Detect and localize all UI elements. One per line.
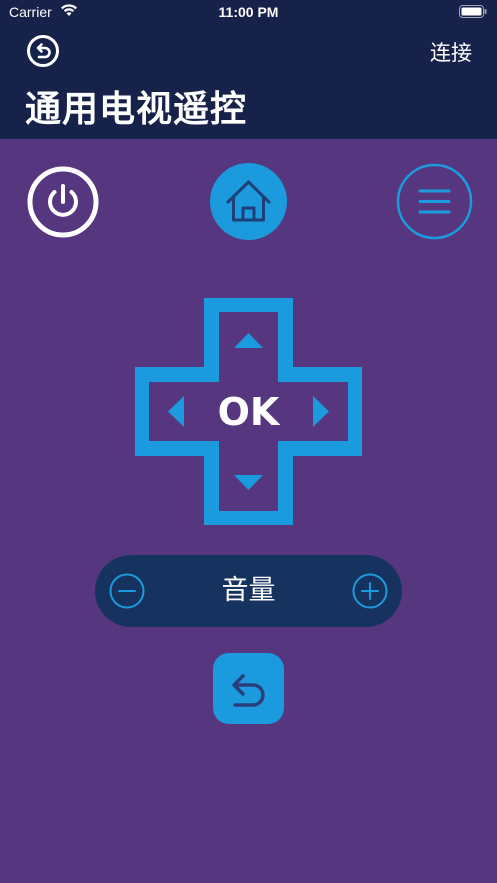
dpad: OK: [134, 297, 363, 526]
return-icon: [232, 674, 265, 707]
power-button[interactable]: [27, 166, 99, 238]
dpad-up-button[interactable]: [205, 298, 292, 368]
plus-icon: [361, 582, 379, 600]
return-button[interactable]: [213, 653, 284, 724]
battery-icon: [459, 5, 487, 18]
dpad-down-button[interactable]: [205, 455, 292, 525]
menu-button[interactable]: [396, 163, 473, 240]
ok-button[interactable]: [205, 368, 292, 455]
volume-control: 音量: [95, 555, 402, 627]
page-title: 通用电视遥控: [25, 89, 248, 130]
power-icon: [48, 184, 78, 217]
menu-icon: [418, 189, 451, 214]
status-bar: Carrier 11:00 PM: [0, 0, 497, 26]
home-button[interactable]: [210, 163, 287, 240]
dpad-right-button[interactable]: [292, 368, 362, 455]
status-time: 11:00 PM: [218, 4, 279, 20]
connect-button[interactable]: 连接: [430, 37, 472, 67]
back-circle-icon[interactable]: [26, 34, 60, 68]
volume-up-button[interactable]: [352, 573, 388, 609]
dpad-left-button[interactable]: [135, 368, 205, 455]
app-header: Carrier 11:00 PM 连接 通用电视遥控: [0, 0, 497, 139]
